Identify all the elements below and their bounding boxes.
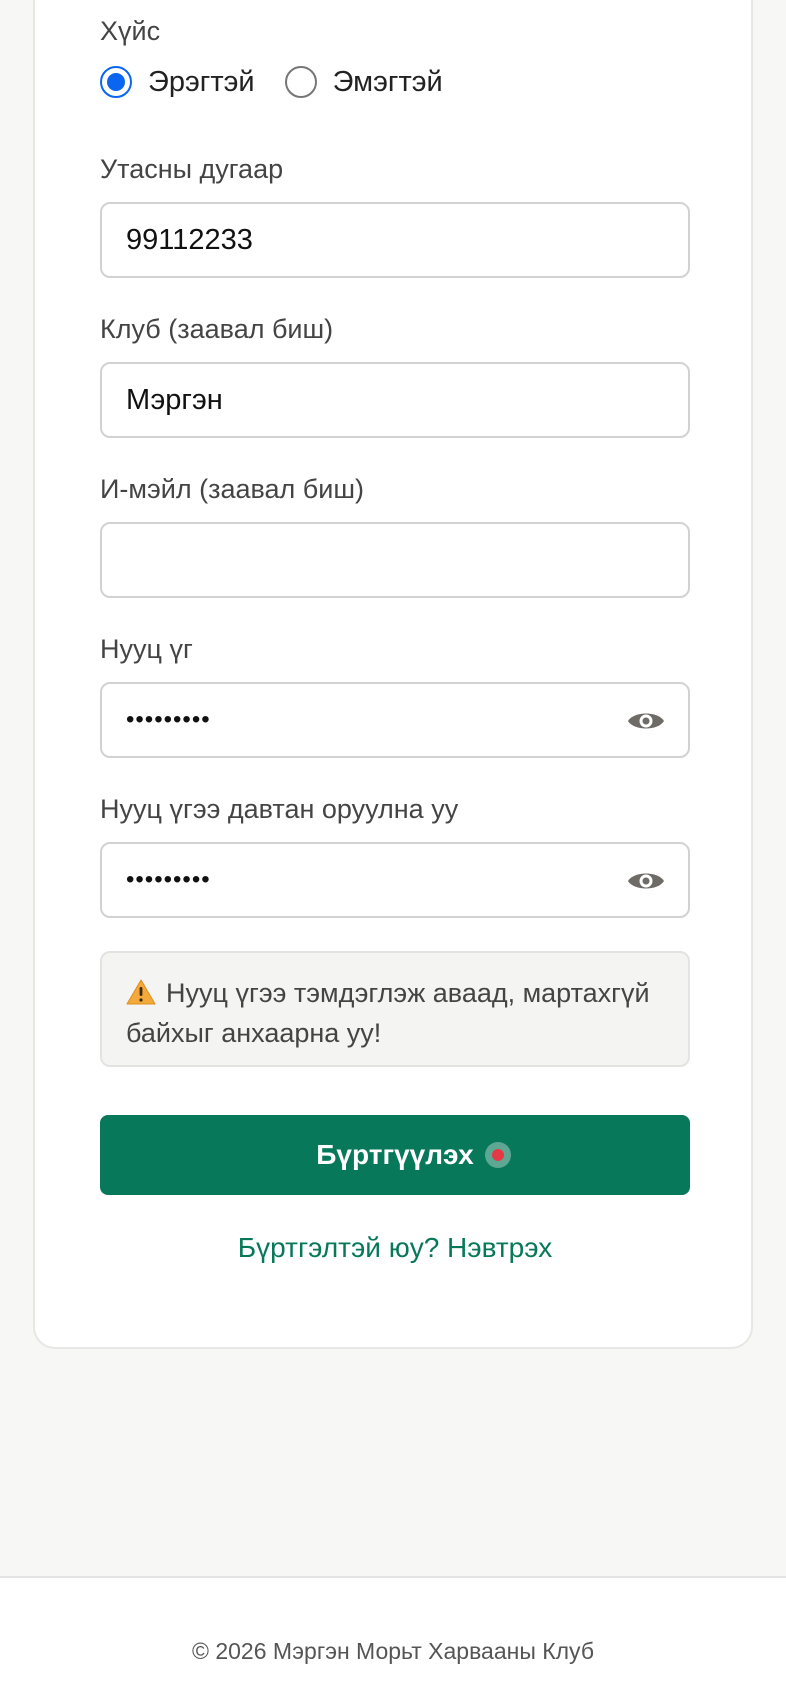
warning-icon	[126, 979, 156, 1005]
gender-option-label: Эмэгтэй	[332, 65, 443, 98]
club-label: Клуб (заавал биш)	[100, 314, 334, 344]
copyright-text: © 2026 Мэргэн Морьт Харвааны Клуб	[191, 1638, 594, 1664]
email-label: И-мэйл (заавал биш)	[100, 474, 364, 504]
password-label: Нууц үг	[100, 634, 193, 664]
gender-option-female[interactable]: Эмэгтэй	[284, 65, 443, 99]
confirm-password-input[interactable]: •••••••••	[100, 842, 690, 918]
email-input[interactable]	[100, 522, 690, 598]
phone-input[interactable]: 99112233	[100, 202, 690, 278]
gender-radio-group: Эрэгтэй Эмэгтэй	[100, 64, 473, 100]
registration-card: Хүйс Эрэгтэй Эмэгтэй Утасны дугаар 99112…	[33, 0, 753, 1349]
club-value: Мэргэн	[126, 383, 223, 416]
phone-label: Утасны дугаар	[100, 154, 284, 184]
gender-label: Хүйс	[100, 16, 161, 46]
password-warning-note: Нууц үгээ тэмдэглэж аваад, мартахгүй бай…	[100, 951, 690, 1067]
register-button-label: Бүртгүүлэх	[316, 1139, 474, 1170]
login-link[interactable]: Бүртгэлтэй юу? Нэвтрэх	[100, 1232, 690, 1264]
confirm-password-label: Нууц үгээ давтан оруулна уу	[100, 794, 459, 824]
gender-option-label: Эрэгтэй	[148, 65, 255, 98]
register-button[interactable]: Бүртгүүлэх	[100, 1115, 690, 1195]
warning-text: Нууц үгээ тэмдэглэж аваад, мартахгүй бай…	[126, 978, 650, 1048]
eye-icon[interactable]	[626, 708, 666, 734]
login-link-text: Бүртгэлтэй юу? Нэвтрэх	[237, 1232, 553, 1263]
gender-option-male[interactable]: Эрэгтэй	[100, 66, 255, 99]
confirm-password-value: •••••••••	[126, 866, 211, 893]
cursor-indicator	[485, 1142, 511, 1168]
club-input[interactable]: Мэргэн	[100, 362, 690, 438]
phone-value: 99112233	[126, 223, 253, 256]
eye-icon[interactable]	[626, 868, 666, 894]
radio-button-male[interactable]	[100, 66, 132, 98]
password-value: •••••••••	[126, 706, 211, 733]
footer: © 2026 Мэргэн Морьт Харвааны Клуб	[0, 1576, 786, 1704]
radio-button-female[interactable]	[284, 66, 317, 98]
password-input[interactable]: •••••••••	[100, 682, 690, 758]
